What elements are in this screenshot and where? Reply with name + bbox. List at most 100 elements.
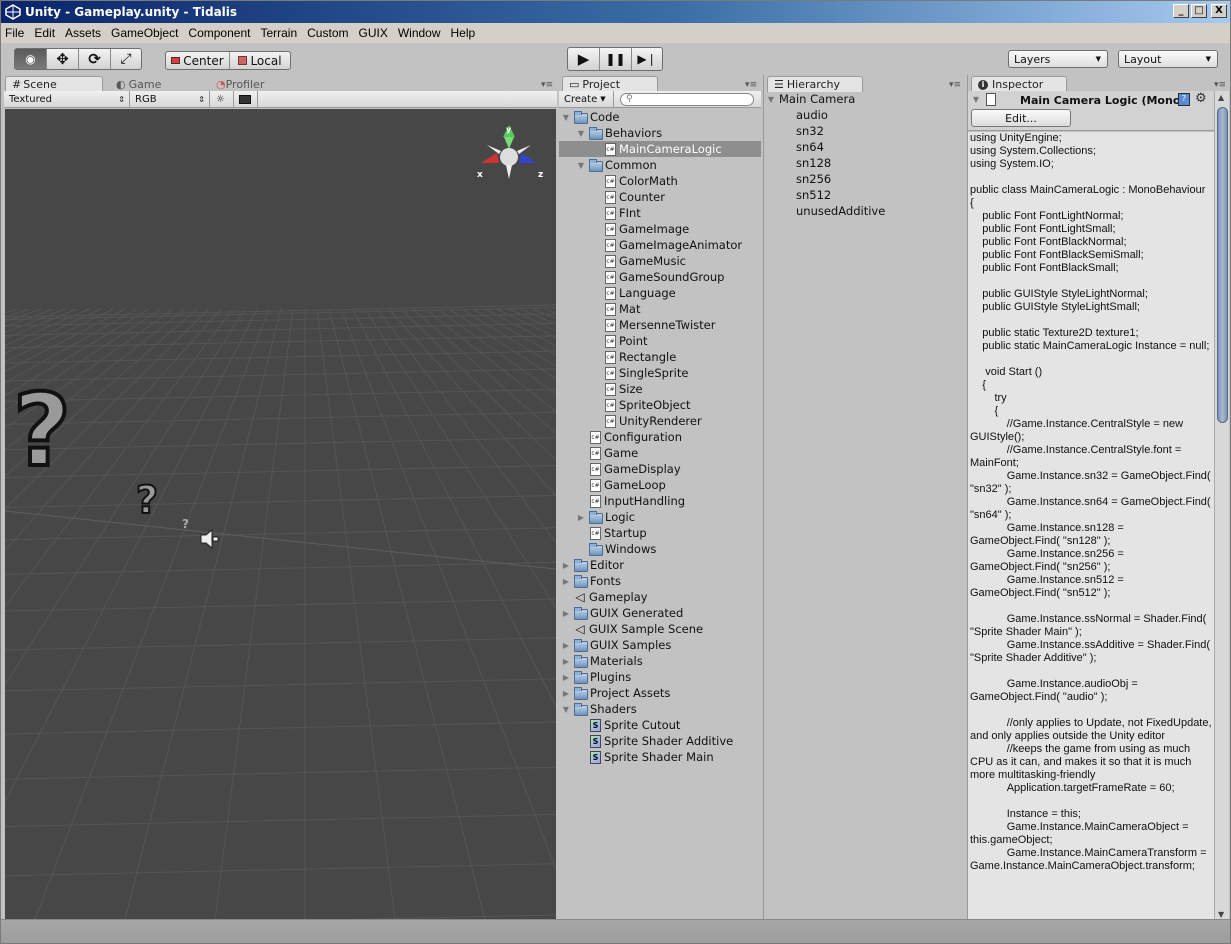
project-item[interactable]: c# GameLoop	[559, 477, 761, 493]
project-item[interactable]: c# MersenneTwister	[559, 317, 761, 333]
expand-triangle-icon[interactable]: ▼	[766, 95, 776, 104]
close-button[interactable]: X	[1211, 4, 1227, 18]
menu-edit[interactable]: Edit	[34, 26, 55, 40]
collapsed-triangle-icon[interactable]: ▶	[561, 561, 571, 570]
collapsed-triangle-icon[interactable]: ▶	[561, 689, 571, 698]
pivot-local-button[interactable]: Local	[230, 52, 290, 69]
project-item[interactable]: c# Game	[559, 445, 761, 461]
project-item[interactable]: c# Rectangle	[559, 349, 761, 365]
panel-menu-icon[interactable]: ▾≡	[1214, 80, 1226, 90]
project-item[interactable]: ▶ Editor	[559, 557, 761, 573]
create-dropdown[interactable]: Create ▼	[559, 90, 614, 108]
hierarchy-item[interactable]: audio	[764, 107, 965, 123]
project-item[interactable]: ▶ GUIX Generated	[559, 605, 761, 621]
project-item[interactable]: ◁ Gameplay	[559, 589, 761, 605]
fold-triangle-icon[interactable]: ▼	[971, 95, 981, 104]
project-item[interactable]: c# Mat	[559, 301, 761, 317]
expanded-triangle-icon[interactable]: ▼	[561, 113, 571, 122]
expanded-triangle-icon[interactable]: ▼	[561, 705, 571, 714]
pivot-center-button[interactable]: Center	[166, 52, 230, 69]
collapsed-triangle-icon[interactable]: ▶	[561, 657, 571, 666]
edit-script-button[interactable]: Edit...	[971, 109, 1071, 127]
question-mark-sprite-large[interactable]: ?	[11, 379, 73, 483]
project-item[interactable]: ▼ Behaviors	[559, 125, 761, 141]
scene-viewport[interactable]: y x z ? ? ?	[5, 109, 556, 919]
question-mark-sprite-medium[interactable]: ?	[135, 480, 159, 520]
view-tool-button[interactable]: ◉	[15, 49, 47, 69]
rotate-tool-button[interactable]: ⟳	[79, 49, 111, 69]
hierarchy-item[interactable]: sn512	[764, 187, 965, 203]
lighting-toggle[interactable]: ☼	[210, 90, 234, 108]
render-mode-dropdown[interactable]: Textured ⇕	[4, 90, 130, 108]
collapsed-triangle-icon[interactable]: ▶	[576, 513, 586, 522]
project-item[interactable]: c# ColorMath	[559, 173, 761, 189]
hierarchy-item[interactable]: sn128	[764, 155, 965, 171]
search-field[interactable]: ⚲	[620, 92, 754, 106]
hierarchy-item-main-camera[interactable]: ▼ Main Camera	[764, 91, 965, 107]
tab-hierarchy[interactable]: ☰ Hierarchy	[767, 76, 863, 92]
project-item[interactable]: c# GameImageAnimator	[559, 237, 761, 253]
project-item[interactable]: ▼ Shaders	[559, 701, 761, 717]
layout-dropdown[interactable]: Layout ▼	[1118, 50, 1218, 68]
gear-icon[interactable]: ⚙	[1195, 91, 1207, 106]
project-item[interactable]: ▶ Project Assets	[559, 685, 761, 701]
panel-menu-icon[interactable]: ▾≡	[541, 80, 553, 90]
project-item[interactable]: c# GameMusic	[559, 253, 761, 269]
expanded-triangle-icon[interactable]: ▼	[576, 129, 586, 138]
project-item[interactable]: c# MainCameraLogic	[559, 141, 761, 157]
menu-component[interactable]: Component	[188, 26, 250, 40]
project-item[interactable]: c# GameSoundGroup	[559, 269, 761, 285]
collapsed-triangle-icon[interactable]: ▶	[561, 609, 571, 618]
project-item[interactable]: c# Language	[559, 285, 761, 301]
collapsed-triangle-icon[interactable]: ▶	[561, 577, 571, 586]
project-item[interactable]: S Sprite Shader Additive	[559, 733, 761, 749]
question-mark-sprite-small[interactable]: ?	[182, 517, 189, 531]
project-item[interactable]: ◁ GUIX Sample Scene	[559, 621, 761, 637]
audio-source-icon[interactable]	[199, 528, 223, 550]
color-mode-dropdown[interactable]: RGB ⇕	[130, 90, 210, 108]
inspector-scrollbar[interactable]: ▲ ▼	[1214, 91, 1229, 919]
project-item[interactable]: ▶ Materials	[559, 653, 761, 669]
menu-guix[interactable]: GUIX	[358, 26, 387, 40]
menu-window[interactable]: Window	[398, 26, 441, 40]
project-item[interactable]: ▼ Common	[559, 157, 761, 173]
project-item[interactable]: c# GameDisplay	[559, 461, 761, 477]
project-item[interactable]: c# Size	[559, 381, 761, 397]
project-item[interactable]: ▶ Fonts	[559, 573, 761, 589]
project-item[interactable]: Windows	[559, 541, 761, 557]
play-button[interactable]: ▶	[568, 48, 600, 70]
step-button[interactable]: ▶❘	[632, 48, 662, 70]
menu-custom[interactable]: Custom	[307, 26, 348, 40]
project-item[interactable]: c# FInt	[559, 205, 761, 221]
project-item[interactable]: c# GameImage	[559, 221, 761, 237]
scroll-down-arrow-icon[interactable]: ▼	[1218, 910, 1224, 919]
project-item[interactable]: ▼ Code	[559, 109, 761, 125]
project-item[interactable]: c# InputHandling	[559, 493, 761, 509]
collapsed-triangle-icon[interactable]: ▶	[561, 673, 571, 682]
menu-gameobject[interactable]: GameObject	[111, 26, 178, 40]
hierarchy-item[interactable]: sn64	[764, 139, 965, 155]
hierarchy-item[interactable]: sn32	[764, 123, 965, 139]
move-tool-button[interactable]: ✥	[47, 49, 79, 69]
project-item[interactable]: c# Counter	[559, 189, 761, 205]
menu-help[interactable]: Help	[451, 26, 476, 40]
project-item[interactable]: c# UnityRenderer	[559, 413, 761, 429]
help-book-icon[interactable]: ?	[1178, 93, 1190, 106]
project-item[interactable]: ▶ GUIX Samples	[559, 637, 761, 653]
minimize-button[interactable]: _	[1173, 4, 1189, 18]
scrollbar-thumb[interactable]	[1217, 107, 1228, 423]
image-toggle[interactable]	[234, 90, 258, 108]
scroll-up-arrow-icon[interactable]: ▲	[1218, 93, 1224, 102]
collapsed-triangle-icon[interactable]: ▶	[561, 641, 571, 650]
expanded-triangle-icon[interactable]: ▼	[576, 161, 586, 170]
menu-assets[interactable]: Assets	[65, 26, 101, 40]
project-item[interactable]: c# Startup	[559, 525, 761, 541]
project-item[interactable]: c# Configuration	[559, 429, 761, 445]
project-item[interactable]: ▶ Plugins	[559, 669, 761, 685]
project-item[interactable]: S Sprite Shader Main	[559, 749, 761, 765]
project-item[interactable]: c# SingleSprite	[559, 365, 761, 381]
panel-menu-icon[interactable]: ▾≡	[745, 80, 757, 90]
menu-file[interactable]: File	[5, 26, 24, 40]
layers-dropdown[interactable]: Layers ▼	[1008, 50, 1108, 68]
menu-terrain[interactable]: Terrain	[260, 26, 297, 40]
